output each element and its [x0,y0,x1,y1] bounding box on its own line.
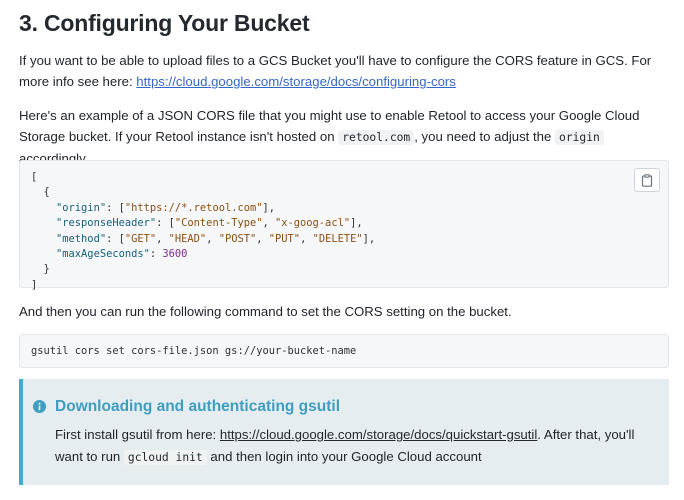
retool-domain-code: retool.com [338,130,415,145]
gcloud-init-code: gcloud init [123,450,207,465]
page: 3. Configuring Your Bucket If you want t… [0,0,684,500]
json-punct: : [ [156,217,175,230]
origin-code: origin [555,130,604,145]
json-string: "https://*.retool.com" [124,201,263,214]
example-text-middle: , you need to adjust the [414,129,556,144]
info-icon [33,400,46,413]
json-key: "maxAgeSeconds" [56,248,150,261]
json-string: "DELETE" [312,232,363,245]
callout-text-after: and then login into your Google Cloud ac… [206,449,482,464]
json-code: [ { "origin": ["https://*.retool.com"], … [31,171,376,291]
copy-code-button[interactable] [634,168,660,192]
json-punct: : [ [106,201,125,214]
json-punct: ], [262,201,276,214]
json-string: "x-goog-acl" [275,217,351,230]
json-key: "method" [56,232,107,245]
gsutil-command: gsutil cors set cors-file.json gs://your… [31,345,357,357]
json-string: "GET" [124,232,157,245]
json-brace: } [43,263,50,276]
quickstart-gsutil-link[interactable]: https://cloud.google.com/storage/docs/qu… [220,427,537,442]
command-code-block: gsutil cors set cors-file.json gs://your… [19,334,669,368]
then-paragraph: And then you can run the following comma… [19,304,512,319]
json-bracket: ] [31,278,38,291]
json-key: "responseHeader" [56,217,157,230]
callout-text-before: First install gsutil from here: [55,427,220,442]
intro-paragraph: If you want to be able to upload files t… [19,50,667,92]
json-brace: { [43,186,50,199]
clipboard-icon [641,173,653,187]
json-punct: : [149,248,163,261]
json-bracket: [ [31,171,38,183]
json-punct: ], [362,232,376,245]
json-string: "HEAD" [168,232,207,245]
json-number: 3600 [162,248,188,261]
json-key: "origin" [56,201,107,214]
callout-title: Downloading and authenticating gsutil [55,398,341,415]
json-code-block: [ { "origin": ["https://*.retool.com"], … [19,160,669,291]
json-punct: ], [350,217,363,230]
callout-body: First install gsutil from here: https://… [55,424,660,469]
json-punct: : [ [106,232,125,245]
json-string: "POST" [218,232,257,245]
info-callout: Downloading and authenticating gsutil Fi… [19,379,669,485]
section-heading: 3. Configuring Your Bucket [19,10,310,36]
json-string: "PUT" [268,232,301,245]
configuring-cors-link[interactable]: https://cloud.google.com/storage/docs/co… [136,74,456,89]
json-string: "Content-Type" [174,217,263,230]
